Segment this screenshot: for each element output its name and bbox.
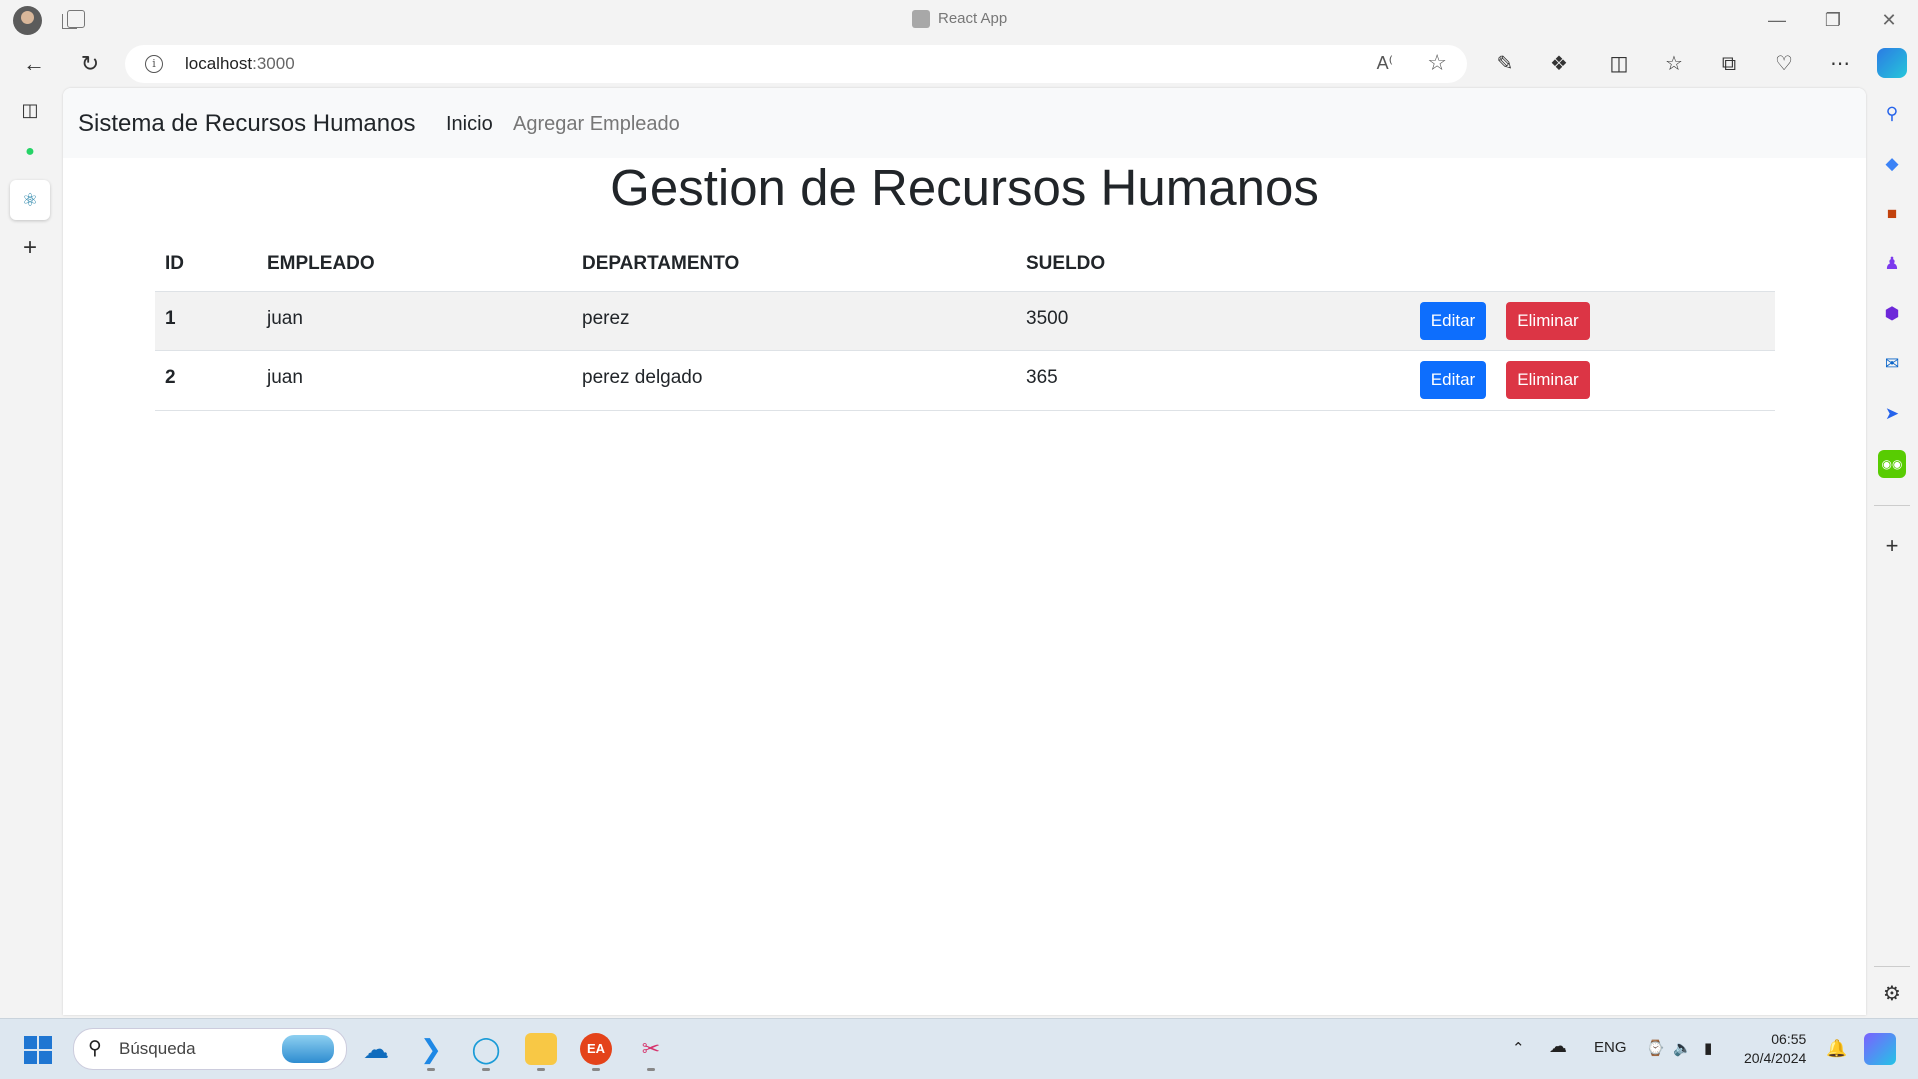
wifi-icon[interactable]: ⌚ (1646, 1039, 1665, 1057)
nav-link-agregar-empleado[interactable]: Agregar Empleado (513, 113, 680, 136)
table-row: 1 juan perez 3500 Editar Eliminar (155, 291, 1775, 351)
pen-icon[interactable]: ✎ (1489, 48, 1521, 80)
react-app-tab[interactable]: ⚛ (10, 180, 50, 220)
cell-empleado: juan (267, 367, 303, 388)
column-header-id: ID (165, 253, 184, 274)
minimize-icon[interactable]: — (1757, 6, 1797, 34)
search-icon[interactable]: ⚲ (1878, 100, 1906, 128)
edge-icon[interactable]: ◯ (470, 1033, 502, 1071)
refresh-icon[interactable]: ↻ (74, 48, 106, 80)
show-hidden-icons-icon[interactable]: ⌃ (1512, 1039, 1525, 1057)
back-icon[interactable]: ← (18, 48, 50, 80)
cell-id: 2 (165, 367, 176, 388)
clock-date: 20/4/2024 (1744, 1050, 1807, 1066)
extensions-icon[interactable]: ❖ (1543, 48, 1575, 80)
battery-icon[interactable]: ▮ (1704, 1039, 1712, 1057)
vscode-icon[interactable]: ❯ (415, 1033, 447, 1071)
column-header-departamento: DEPARTAMENTO (582, 253, 740, 274)
close-window-icon[interactable]: ✕ (1869, 6, 1909, 34)
table-row: 2 juan perez delgado 365 Editar Eliminar (155, 350, 1775, 411)
copilot-icon[interactable] (1877, 48, 1907, 78)
cell-id: 1 (165, 308, 176, 329)
sidebar-divider (1874, 966, 1910, 967)
tab-actions-icon[interactable] (62, 10, 85, 29)
settings-gear-icon[interactable]: ⚙ (1878, 980, 1906, 1008)
read-aloud-icon[interactable]: A⁽ (1377, 53, 1393, 74)
nav-link-inicio[interactable]: Inicio (446, 113, 493, 136)
column-header-sueldo: SUELDO (1026, 253, 1106, 274)
cell-sueldo: 3500 (1026, 308, 1069, 329)
whatsapp-tab-icon[interactable]: ● (14, 136, 46, 168)
notification-bell-icon[interactable]: 🔔 (1826, 1039, 1847, 1059)
tab-panel-icon[interactable]: ◫ (14, 94, 46, 126)
url-text[interactable]: localhost:3000 (185, 54, 295, 74)
browser-title-bar: React App — ❐ ✕ (0, 0, 1918, 40)
vertical-tabs-sidebar: ◫ ● ⚛ + (0, 88, 62, 1018)
more-options-icon[interactable]: ⋯ (1824, 48, 1856, 80)
language-indicator[interactable]: ENG (1594, 1039, 1627, 1056)
collections-icon[interactable]: ⧉ (1713, 48, 1745, 80)
sidebar-divider (1874, 505, 1910, 506)
profile-avatar-icon[interactable] (13, 6, 42, 35)
page-title: Gestion de Recursos Humanos (610, 159, 1319, 216)
onedrive-icon[interactable]: ☁ (360, 1033, 392, 1065)
volume-icon[interactable]: 🔈 (1673, 1039, 1692, 1057)
tools-icon[interactable]: ■ (1878, 200, 1906, 228)
window-title: React App (938, 10, 1008, 27)
shopping-icon[interactable]: ◆ (1878, 150, 1906, 178)
site-info-icon[interactable]: i (145, 55, 163, 73)
cell-departamento: perez delgado (582, 367, 703, 388)
delete-button[interactable]: Eliminar (1506, 302, 1590, 340)
address-bar[interactable]: i localhost:3000 A⁽ ☆ (125, 45, 1467, 83)
copilot-taskbar-icon[interactable] (1864, 1033, 1896, 1065)
taskbar-search-box[interactable]: ⚲ Búsqueda (73, 1028, 347, 1070)
delete-button[interactable]: Eliminar (1506, 361, 1590, 399)
search-label: Búsqueda (119, 1039, 196, 1058)
clock-time: 06:55 (1771, 1031, 1807, 1047)
ea-app-icon[interactable]: EA (580, 1033, 612, 1071)
duolingo-icon[interactable]: ◉◉ (1878, 450, 1906, 478)
navbar-brand[interactable]: Sistema de Recursos Humanos (78, 110, 415, 138)
windows-taskbar: ⚲ Búsqueda ☁ ❯ ◯ EA ✂ ⌃ ☁ ENG ⌚ 🔈 ▮ 06:5… (0, 1018, 1918, 1079)
new-tab-icon[interactable]: + (14, 232, 46, 264)
windows-start-icon[interactable] (24, 1036, 54, 1066)
taskbar-clock[interactable]: 06:55 20/4/2024 (1744, 1030, 1806, 1068)
edge-sidebar: ⚲ ◆ ■ ♟ ⬢ ✉ ➤ ◉◉ + ⚙ (1866, 88, 1918, 1018)
restore-icon[interactable]: ❐ (1813, 6, 1853, 34)
add-sidebar-app-icon[interactable]: + (1878, 532, 1906, 560)
microsoft-365-icon[interactable]: ⬢ (1878, 300, 1906, 328)
outlook-icon[interactable]: ✉ (1878, 350, 1906, 378)
search-highlight-image (282, 1035, 334, 1063)
edit-button[interactable]: Editar (1420, 361, 1486, 399)
edit-button[interactable]: Editar (1420, 302, 1486, 340)
page-viewport: Sistema de Recursos Humanos Inicio Agreg… (63, 88, 1866, 1015)
column-header-empleado: EMPLEADO (267, 253, 375, 274)
browser-essentials-icon[interactable]: ♡ (1768, 48, 1800, 80)
browser-toolbar: ← ↻ i localhost:3000 A⁽ ☆ ✎ ❖ ◫ ☆ ⧉ ♡ ⋯ (0, 40, 1918, 88)
app-navbar: Sistema de Recursos Humanos Inicio Agreg… (63, 88, 1866, 158)
onedrive-tray-icon[interactable]: ☁ (1549, 1036, 1567, 1057)
file-explorer-icon[interactable] (525, 1033, 557, 1071)
drop-icon[interactable]: ➤ (1878, 400, 1906, 428)
cell-empleado: juan (267, 308, 303, 329)
favorites-icon[interactable]: ☆ (1658, 48, 1690, 80)
search-icon: ⚲ (88, 1038, 102, 1059)
split-screen-icon[interactable]: ◫ (1603, 48, 1635, 80)
favorite-star-icon[interactable]: ☆ (1427, 50, 1447, 76)
table-header-row: ID EMPLEADO DEPARTAMENTO SUELDO (155, 233, 1775, 281)
cell-departamento: perez (582, 308, 630, 329)
cell-sueldo: 365 (1026, 367, 1058, 388)
snipping-tool-icon[interactable]: ✂ (635, 1033, 667, 1071)
games-icon[interactable]: ♟ (1878, 250, 1906, 278)
